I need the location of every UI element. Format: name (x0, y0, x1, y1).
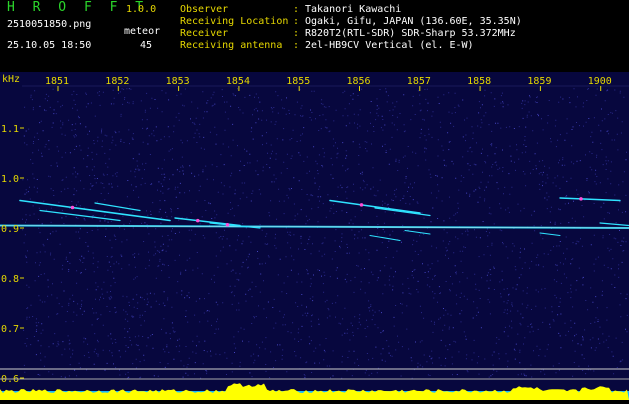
header-panel: H R O F F T 1.0.0 2510051850.png meteor … (0, 0, 629, 72)
info-key-observer: Observer (180, 4, 229, 15)
meteor-echo (559, 197, 621, 202)
info-key-antenna: Receiving antenna (180, 40, 283, 51)
info-value-location: Ogaki, Gifu, JAPAN (136.60E, 35.35N) (305, 16, 522, 27)
meteor-head (225, 222, 230, 227)
spectrogram-panel: 1851 1852 1853 1854 1855 1856 1857 1858 1859 1900… (0, 72, 629, 400)
info-value-receiver: R820T2(RTL-SDR) SDR-Sharp 53.372MHz (305, 28, 516, 39)
activity-histogram (0, 368, 629, 400)
noise-speckle (23, 88, 627, 379)
meteor-echo (329, 199, 421, 214)
meteor-echoes (0, 197, 629, 242)
meteor-label: meteor (124, 26, 161, 37)
info-separator: : (293, 40, 300, 51)
x-tick-label: 1857 (407, 76, 431, 87)
meteor-echo (599, 222, 629, 227)
noise-speckle (22, 88, 628, 379)
meteor-echo (374, 207, 431, 217)
x-tick-label: 1854 (226, 76, 250, 87)
x-tick-label: 1855 (286, 76, 310, 87)
x-tick-label: 1858 (467, 76, 491, 87)
app-version: 1.0.0 (126, 4, 157, 15)
info-key-receiver: Receiver (180, 28, 229, 39)
meteor-echo (539, 232, 561, 236)
meteor-head (70, 205, 75, 210)
spectrogram: 1851 1852 1853 1854 1855 1856 1857 1858 1859 1900… (0, 74, 629, 400)
y-tick-label: 1.1 (1, 124, 19, 135)
x-tick-label: 1900 (588, 76, 612, 87)
info-separator: : (293, 4, 300, 15)
y-axis-unit: kHz (2, 74, 20, 85)
background-noise (22, 88, 628, 379)
meteor-count: 45 (140, 40, 153, 51)
meteor-echo (174, 217, 241, 227)
capture-datetime: 25.10.05 18:50 (7, 40, 92, 51)
y-tick-label: 1.0 (1, 174, 19, 185)
meteor-echo (369, 234, 401, 242)
x-tick-label: 1851 (45, 76, 69, 87)
x-tick-label: 1852 (105, 76, 129, 87)
info-value-observer: Takanori Kawachi (305, 4, 402, 15)
y-tick-label: 0.7 (1, 324, 19, 335)
x-tick-label: 1856 (347, 76, 371, 87)
info-key-location: Receiving Location (180, 16, 289, 27)
meteor-echo (94, 202, 141, 212)
y-tick-label: 0.8 (1, 274, 19, 285)
meteor-head (195, 218, 200, 223)
meteor-echo (404, 229, 431, 235)
info-value-antenna: 2el-HB9CV Vertical (el. E-W) (305, 40, 474, 51)
info-separator: : (293, 16, 300, 27)
info-separator: : (293, 28, 300, 39)
meteor-head (579, 197, 583, 201)
x-tick-label: 1853 (166, 76, 190, 87)
x-tick-label: 1859 (527, 76, 551, 87)
meteor-head (359, 203, 364, 207)
image-filename: 2510051850.png (7, 19, 92, 30)
y-tick-label: 0.9 (1, 224, 19, 235)
